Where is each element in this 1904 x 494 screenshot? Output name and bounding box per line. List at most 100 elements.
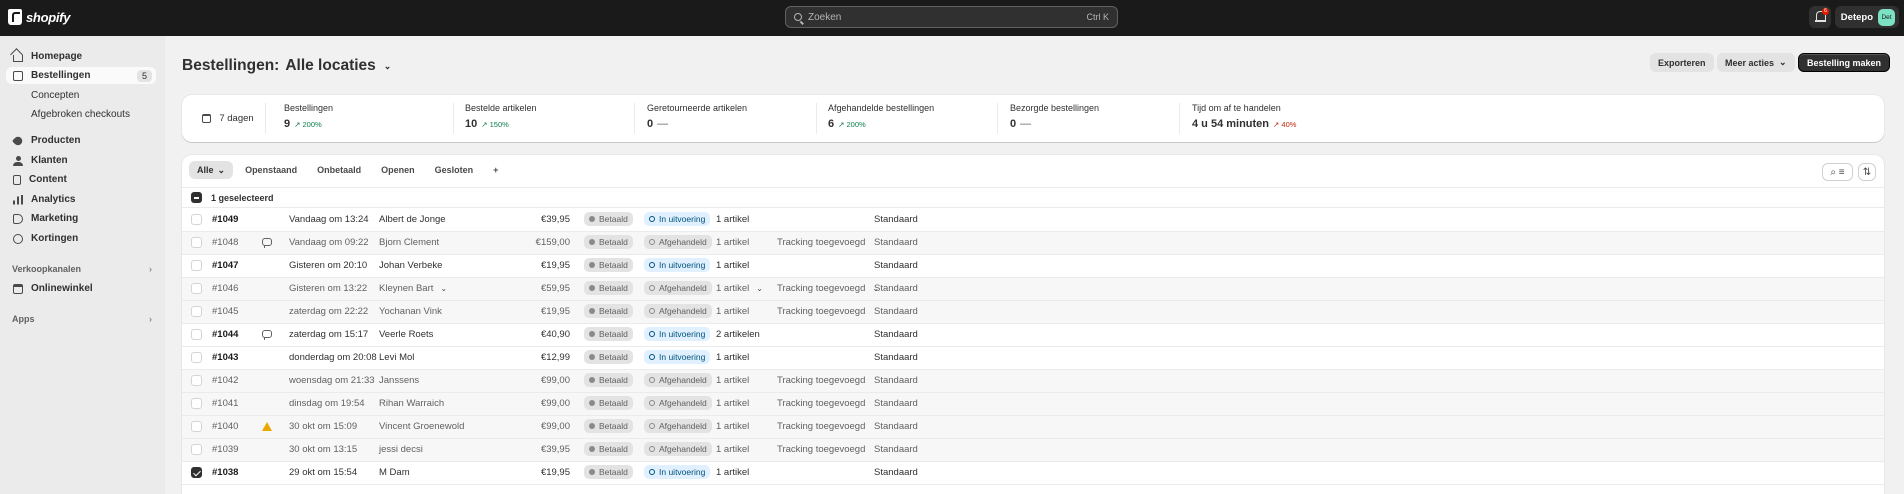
sidebar-item-homepage[interactable]: Homepage	[6, 48, 156, 65]
stat-delivered-orders[interactable]: Bezorgde bestellingen 0—	[1010, 103, 1180, 134]
row-checkbox[interactable]	[191, 352, 202, 363]
order-number[interactable]: #1049	[212, 209, 238, 231]
row-checkbox[interactable]	[191, 467, 202, 478]
stat-ordered-items[interactable]: Bestelde artikelen 10 ↗ 150%	[465, 103, 635, 134]
row-checkbox[interactable]	[191, 398, 202, 409]
tab-closed[interactable]: Gesloten	[427, 161, 482, 179]
notifications-bell-icon[interactable]: 6	[1809, 6, 1831, 28]
chevron-down-icon[interactable]: ⌄	[440, 278, 447, 300]
order-number[interactable]: #1046	[212, 278, 238, 300]
table-row[interactable]: #1039 30 okt om 13:15 jessi decsi €39,95 Bet…	[182, 439, 1884, 462]
apps-heading[interactable]: Apps ›	[12, 314, 152, 324]
select-all-checkbox[interactable]	[191, 192, 202, 203]
date-range-button[interactable]: 7 dagen	[191, 103, 266, 134]
sales-channels-heading[interactable]: Verkoopkanalen ›	[12, 264, 152, 274]
sidebar: Homepage Bestellingen 5 Concepten Afgebr…	[0, 36, 165, 494]
tab-open[interactable]: Openen	[373, 161, 423, 179]
payment-status-label: Betaald	[599, 444, 628, 455]
stat-orders[interactable]: Bestellingen 9 ↗ 200%	[284, 103, 454, 134]
sidebar-item-content[interactable]: Content	[6, 171, 156, 188]
row-checkbox[interactable]	[191, 444, 202, 455]
sidebar-item-marketing[interactable]: Marketing	[6, 210, 156, 227]
export-button[interactable]: Exporteren	[1650, 53, 1714, 72]
row-checkbox[interactable]	[191, 260, 202, 271]
stat-value: 4 u 54 minuten	[1192, 118, 1270, 130]
order-number[interactable]: #1040	[212, 416, 238, 438]
order-customer: Johan Verbeke	[379, 255, 442, 277]
chevron-down-icon[interactable]: ⌄	[384, 61, 392, 72]
order-number[interactable]: #1038	[212, 462, 238, 484]
row-checkbox[interactable]	[191, 214, 202, 225]
calendar-icon	[202, 114, 212, 123]
order-number[interactable]: #1044	[212, 324, 238, 346]
stat-time-to-fulfill[interactable]: Tijd om af te handelen 4 u 54 minuten ↗ 4…	[1192, 103, 1362, 134]
row-checkbox[interactable]	[191, 421, 202, 432]
chevron-down-icon[interactable]: ⌄	[756, 278, 763, 300]
row-checkbox[interactable]	[191, 237, 202, 248]
row-checkbox-cell	[191, 306, 202, 318]
order-items[interactable]: 1 artikel ⌄	[716, 278, 763, 300]
tab-unfulfilled[interactable]: Openstaand	[237, 161, 305, 179]
order-number[interactable]: #1042	[212, 370, 238, 392]
shopify-logo[interactable]: shopify	[8, 9, 70, 25]
tab-unpaid[interactable]: Onbetaald	[309, 161, 369, 179]
table-row[interactable]: #1042 woensdag om 21:33 Janssens €99,00 Beta…	[182, 370, 1884, 393]
table-row[interactable]: #1040 30 okt om 15:09 Vincent Groenewold €9…	[182, 416, 1884, 439]
sidebar-item-products[interactable]: Producten	[6, 132, 156, 149]
add-view-button[interactable]: +	[485, 161, 506, 179]
items-count: 1 artikel	[716, 237, 750, 248]
tab-all[interactable]: Alle ⌄	[189, 161, 234, 179]
fulfillment-status-badge: Afgehandeld	[644, 439, 712, 461]
table-row[interactable]: #1047 Gisteren om 20:10 Johan Verbeke €19,9…	[182, 255, 1884, 278]
order-customer[interactable]: Kleynen Bart ⌄	[379, 278, 447, 300]
row-checkbox[interactable]	[191, 329, 202, 340]
more-actions-button[interactable]: Meer acties ⌄	[1717, 53, 1795, 72]
status-dot-icon	[589, 469, 595, 476]
location-selector[interactable]: Alle locaties	[285, 57, 375, 75]
order-number[interactable]: #1043	[212, 347, 238, 369]
sidebar-subitem-abandoned-checkouts[interactable]: Afgebroken checkouts	[31, 109, 130, 120]
tracking-label: Tracking toegevoegd	[777, 444, 866, 455]
order-number[interactable]: #1047	[212, 255, 238, 277]
row-checkbox[interactable]	[191, 306, 202, 317]
status-dot-icon	[589, 331, 595, 338]
sidebar-item-orders[interactable]: Bestellingen 5	[6, 67, 156, 84]
table-row[interactable]: #1044 zaterdag om 15:17 Veerle Roets €40,90…	[182, 324, 1884, 347]
stat-delta: ↗ 200%	[838, 120, 866, 129]
create-order-button[interactable]: Bestelling maken	[1798, 53, 1891, 72]
order-number[interactable]: #1045	[212, 301, 238, 323]
table-row[interactable]: #1043 donderdag om 20:08 Levi Mol €12,99 Bet…	[182, 347, 1884, 370]
fulfillment-status-label: Afgehandeld	[659, 398, 707, 409]
fulfillment-status-label: Afgehandeld	[659, 283, 707, 294]
sidebar-item-label: Klanten	[31, 155, 68, 166]
order-date: zaterdag om 15:17	[289, 329, 369, 340]
order-customer: M Dam	[379, 462, 410, 484]
sidebar-item-analytics[interactable]: Analytics	[6, 191, 156, 208]
payment-status-badge: Betaald	[584, 301, 633, 323]
sort-button[interactable]: ⇅	[1858, 163, 1876, 181]
order-number[interactable]: #1039	[212, 439, 238, 461]
sidebar-item-customers[interactable]: Klanten	[6, 152, 156, 169]
order-number[interactable]: #1048	[212, 232, 238, 254]
stat-label: Bestelde artikelen	[465, 103, 537, 113]
sidebar-subitem-drafts[interactable]: Concepten	[31, 90, 79, 101]
table-row[interactable]: #1038 29 okt om 15:54 M Dam €19,95 Betaald In…	[182, 462, 1884, 485]
account-menu-button[interactable]: Detepo Det	[1835, 6, 1899, 28]
order-items: 1 artikel	[716, 301, 749, 323]
table-row[interactable]: #1046 Gisteren om 13:22 Kleynen Bart ⌄ €59,9…	[182, 278, 1884, 301]
table-row[interactable]: #1041 dinsdag om 19:54 Rihan Warraich €99,0…	[182, 393, 1884, 416]
search-filter-button[interactable]: ⌕ ≡	[1822, 163, 1853, 181]
search-input[interactable]: Zoeken Ctrl K	[785, 6, 1118, 28]
sidebar-item-online-store[interactable]: Onlinewinkel	[6, 280, 156, 297]
order-number[interactable]: #1041	[212, 393, 238, 415]
stat-fulfilled-orders[interactable]: Afgehandelde bestellingen 6 ↗ 200%	[828, 103, 998, 134]
table-row[interactable]: #1049 Vandaag om 13:24 Albert de Jonge €39,…	[182, 209, 1884, 232]
customer-name: Kleynen Bart	[379, 283, 434, 294]
stat-returned-items[interactable]: Geretourneerde artikelen 0—	[647, 103, 817, 134]
table-row[interactable]: #1048 Vandaag om 09:22 Bjorn Clement €159,0…	[182, 232, 1884, 255]
row-checkbox[interactable]	[191, 375, 202, 386]
table-row[interactable]: #1045 zaterdag om 22:22 Yochanan Vink €19,9…	[182, 301, 1884, 324]
row-checkbox[interactable]	[191, 283, 202, 294]
sidebar-item-discounts[interactable]: Kortingen	[6, 230, 156, 247]
order-tracking[interactable]: Tracking toegevoegd ⌄	[777, 278, 879, 300]
